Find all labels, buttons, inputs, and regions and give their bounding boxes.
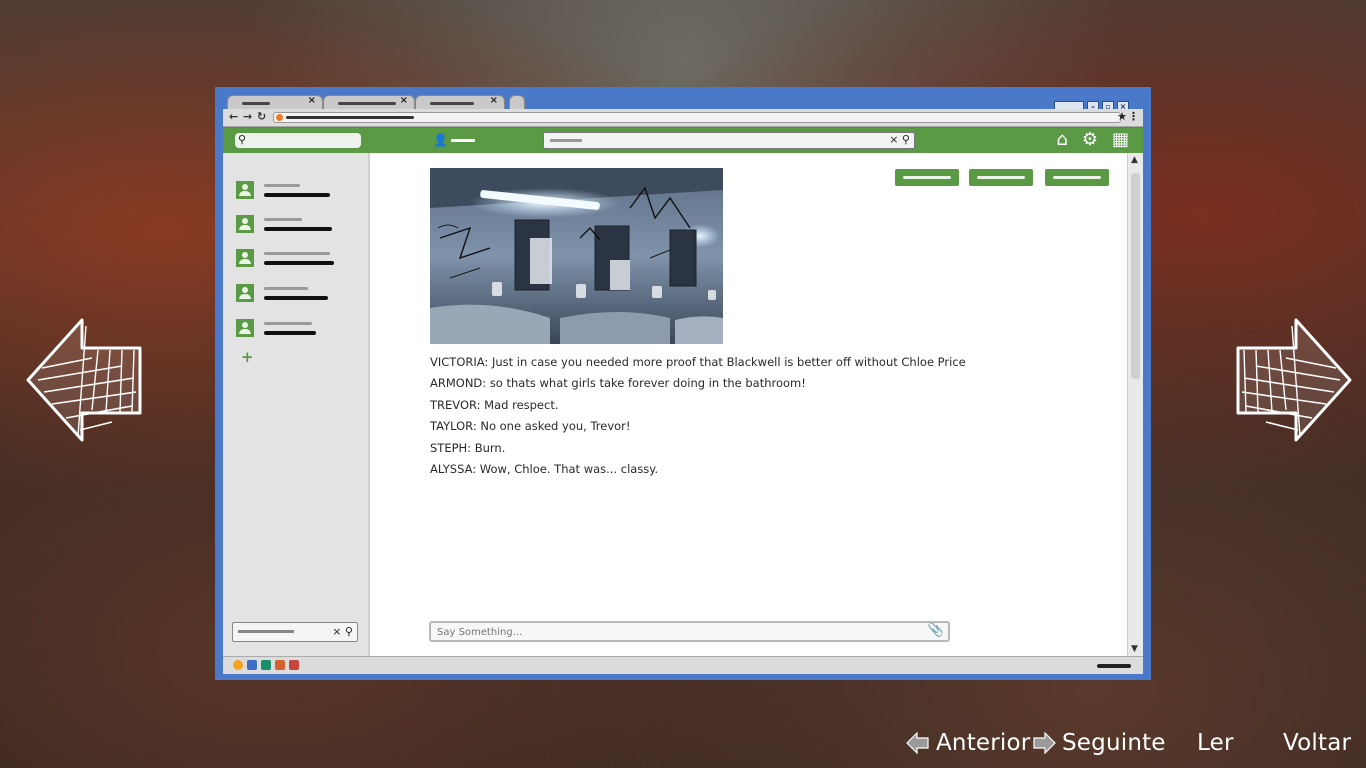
right-arrow-icon — [1033, 732, 1056, 754]
system-clock — [1097, 664, 1131, 668]
scrollbar-thumb[interactable] — [1131, 173, 1140, 379]
contacts-search-input[interactable]: × ⚲ — [232, 622, 358, 642]
previous-page-arrow[interactable] — [22, 318, 146, 444]
contact-item[interactable] — [236, 284, 361, 306]
scrollbar[interactable]: ▲ ▼ — [1127, 153, 1143, 656]
back-arrow-icon[interactable]: ← — [229, 110, 238, 123]
read-label: Ler — [1197, 730, 1234, 756]
control-hints: Anterior Seguinte Ler Voltar — [0, 726, 1366, 760]
like-button[interactable] — [895, 169, 959, 186]
scroll-down-icon[interactable]: ▼ — [1131, 644, 1138, 654]
search-icon: ⚲ — [238, 133, 247, 146]
next-hint[interactable]: Seguinte — [1032, 726, 1166, 760]
reload-icon[interactable]: ↻ — [257, 110, 266, 123]
next-label: Seguinte — [1062, 730, 1166, 756]
avatar — [236, 284, 254, 302]
menu-icon[interactable]: ⋮ — [1128, 110, 1139, 123]
forward-arrow-icon[interactable]: → — [243, 110, 252, 123]
add-friend-button[interactable]: 👤 — [433, 133, 475, 147]
close-icon[interactable]: × — [400, 95, 408, 106]
main-search-input[interactable]: × ⚲ — [543, 132, 915, 149]
previous-hint[interactable]: Anterior — [906, 726, 1030, 760]
add-contact-icon[interactable]: + — [241, 348, 254, 366]
app-icon[interactable] — [261, 660, 271, 670]
url-field[interactable] — [273, 112, 1121, 123]
address-bar: ← → ↻ ★ ⋮ — [223, 109, 1143, 127]
next-page-arrow[interactable] — [1232, 318, 1356, 444]
avatar — [236, 215, 254, 233]
share-button[interactable] — [1045, 169, 1109, 186]
previous-label: Anterior — [936, 730, 1031, 756]
comment-item: ARMOND: so thats what girls take forever… — [430, 376, 806, 391]
comment-list: VICTORIA: Just in case you needed more p… — [430, 352, 1110, 480]
app-icon[interactable] — [275, 660, 285, 670]
page-content: + × ⚲ VICTORIA: Just in case you needed … — [223, 153, 1143, 656]
post-photo — [430, 168, 723, 344]
app-icon[interactable] — [247, 660, 257, 670]
add-user-icon: 👤 — [433, 133, 448, 147]
browser-tab[interactable]: × — [415, 95, 505, 110]
browser-window: × × × – ▫ × ← → ↻ ★ ⋮ ⚲ 👤 × ⚲ ⌂ ⚙ ▦ + × … — [215, 87, 1151, 680]
site-icon — [276, 114, 283, 121]
paperclip-icon[interactable]: 📎 — [928, 623, 944, 638]
start-icon[interactable] — [233, 660, 243, 670]
contacts-sidebar: + × ⚲ — [223, 153, 370, 656]
header-search-input[interactable]: ⚲ — [235, 133, 361, 148]
read-hint[interactable]: Ler — [1197, 726, 1234, 760]
comment-item: STEPH: Burn. — [430, 440, 506, 455]
gear-icon[interactable]: ⚙ — [1082, 130, 1098, 150]
clear-search-icon[interactable]: × ⚲ — [889, 133, 910, 146]
left-arrow-icon — [906, 732, 929, 754]
close-icon[interactable]: × — [490, 95, 498, 106]
apps-grid-icon[interactable]: ▦ — [1112, 130, 1129, 150]
scroll-up-icon[interactable]: ▲ — [1131, 155, 1138, 165]
browser-tab[interactable]: × — [323, 95, 415, 110]
app-icon[interactable] — [289, 660, 299, 670]
new-tab-button[interactable] — [509, 95, 525, 110]
comment-box: 📎 — [429, 621, 950, 642]
comment-input[interactable] — [435, 624, 919, 641]
avatar — [236, 319, 254, 337]
star-icon[interactable]: ★ — [1117, 110, 1127, 123]
home-icon[interactable]: ⌂ — [1056, 130, 1067, 150]
comment-item: ALYSSA: Wow, Chloe. That was... classy. — [430, 461, 659, 476]
close-icon[interactable]: × — [308, 95, 316, 106]
comment-button[interactable] — [969, 169, 1033, 186]
contact-item[interactable] — [236, 215, 361, 237]
taskbar — [223, 656, 1143, 674]
clear-search-icon[interactable]: × ⚲ — [332, 625, 353, 638]
contact-item[interactable] — [236, 319, 361, 341]
back-label: Voltar — [1283, 730, 1352, 756]
browser-tab[interactable]: × — [227, 95, 323, 110]
comment-item: VICTORIA: Just in case you needed more p… — [430, 355, 966, 369]
avatar — [236, 181, 254, 199]
contact-item[interactable] — [236, 181, 361, 203]
comment-item: TREVOR: Mad respect. — [430, 397, 559, 412]
site-header: ⚲ 👤 × ⚲ ⌂ ⚙ ▦ — [223, 128, 1143, 153]
avatar — [236, 249, 254, 267]
comment-item: TAYLOR: No one asked you, Trevor! — [430, 419, 631, 434]
contact-item[interactable] — [236, 249, 361, 271]
back-hint[interactable]: Voltar — [1283, 726, 1351, 760]
